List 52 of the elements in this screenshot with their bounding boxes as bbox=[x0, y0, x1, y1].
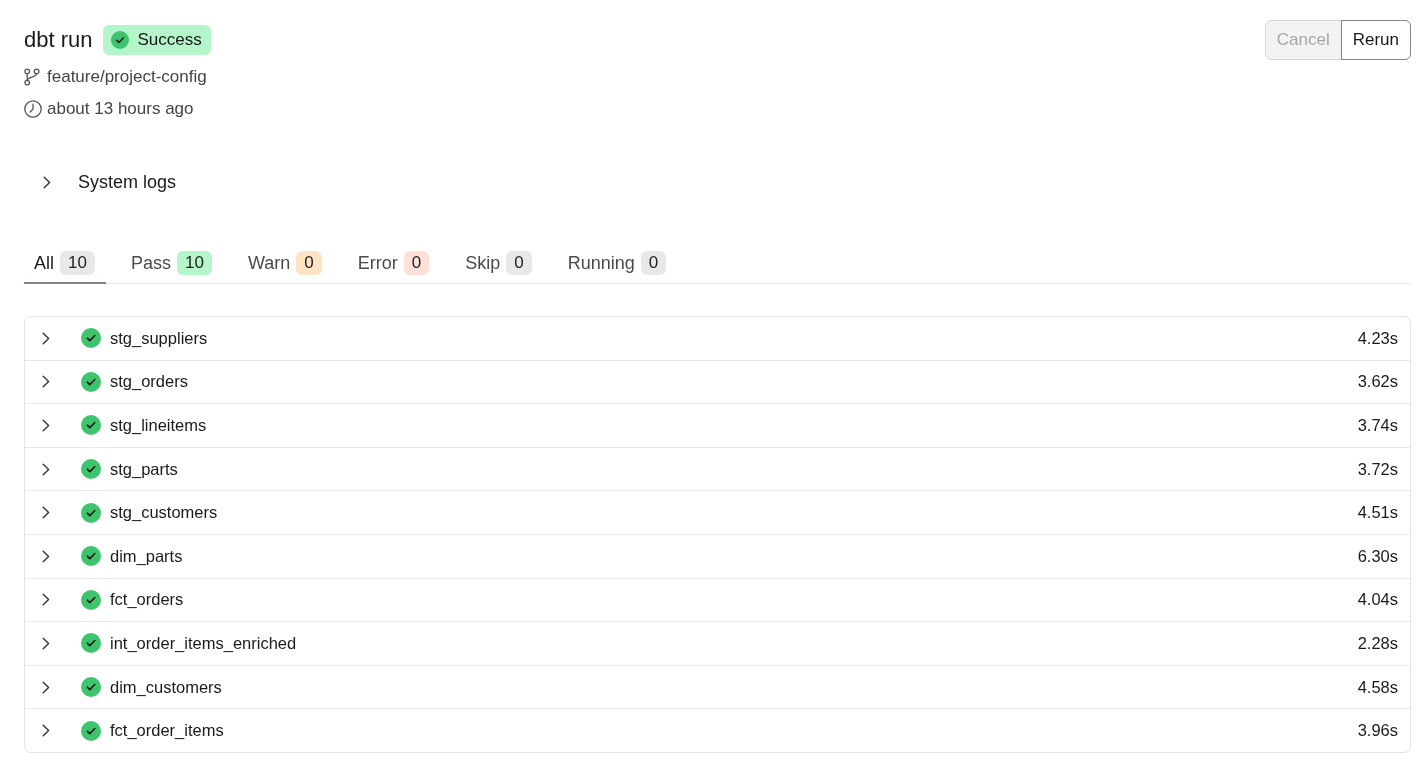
model-name: fct_order_items bbox=[110, 721, 224, 741]
chevron-icon[interactable] bbox=[42, 680, 50, 694]
count-badge: 0 bbox=[403, 251, 430, 275]
chevron-icon[interactable] bbox=[42, 419, 50, 432]
duration: 4.23s bbox=[1357, 328, 1398, 348]
duration: 6.30s bbox=[1357, 546, 1398, 566]
chevron-icon[interactable] bbox=[42, 549, 50, 563]
duration: 2.28s bbox=[1357, 633, 1398, 653]
chevron-icon[interactable] bbox=[42, 724, 50, 738]
system-logs-toggle[interactable]: System logs bbox=[24, 162, 177, 202]
count-badge: 10 bbox=[60, 251, 95, 275]
branch-icon bbox=[24, 68, 40, 86]
count-badge: 10 bbox=[176, 251, 212, 275]
duration: 3.96s bbox=[1357, 721, 1398, 741]
filter-tab[interactable]: Error 0 bbox=[347, 244, 441, 284]
model-name: fct_orders bbox=[110, 590, 184, 610]
status-label: Success bbox=[137, 30, 202, 50]
model-name: stg_orders bbox=[110, 372, 188, 392]
clock-icon bbox=[24, 100, 42, 118]
model-name: stg_customers bbox=[110, 503, 218, 523]
filter-tab[interactable]: Warn 0 bbox=[237, 244, 333, 284]
model-name: stg_parts bbox=[110, 459, 178, 479]
model-name: int_order_items_enriched bbox=[110, 633, 297, 653]
chevron-icon[interactable] bbox=[42, 636, 50, 650]
chevron-icon[interactable] bbox=[42, 593, 50, 607]
count-badge: 0 bbox=[640, 251, 667, 275]
filter-tab[interactable]: Running 0 bbox=[557, 244, 678, 284]
chevron-icon[interactable] bbox=[42, 375, 50, 389]
count-badge: 0 bbox=[506, 251, 532, 275]
check-circle-icon bbox=[110, 31, 129, 49]
duration: 4.51s bbox=[1357, 503, 1398, 523]
model-name: dim_parts bbox=[110, 546, 183, 566]
chevron-icon bbox=[43, 175, 51, 189]
model-name: stg_lineitems bbox=[110, 416, 207, 435]
model-name: stg_suppliers bbox=[110, 328, 208, 348]
filter-tab[interactable]: All 10 bbox=[24, 244, 106, 284]
model-name: dim_customers bbox=[110, 677, 222, 697]
count-badge: 0 bbox=[296, 251, 322, 275]
duration: 3.72s bbox=[1357, 459, 1398, 479]
duration: 4.58s bbox=[1357, 677, 1398, 697]
chevron-icon[interactable] bbox=[42, 506, 50, 520]
duration: 3.62s bbox=[1357, 372, 1398, 392]
run-title: dbt run bbox=[24, 27, 93, 53]
chevron-icon[interactable] bbox=[42, 462, 50, 476]
rerun-button[interactable]: Rerun bbox=[1340, 20, 1411, 60]
run-time: about 13 hours ago bbox=[47, 99, 194, 119]
filter-tab[interactable]: Pass 10 bbox=[120, 244, 223, 284]
chevron-icon[interactable] bbox=[42, 331, 50, 345]
duration: 4.04s bbox=[1357, 590, 1398, 610]
duration: 3.74s bbox=[1357, 416, 1398, 435]
branch-name: feature/project-config bbox=[47, 67, 207, 87]
filter-tab[interactable]: Skip 0 bbox=[455, 244, 543, 284]
